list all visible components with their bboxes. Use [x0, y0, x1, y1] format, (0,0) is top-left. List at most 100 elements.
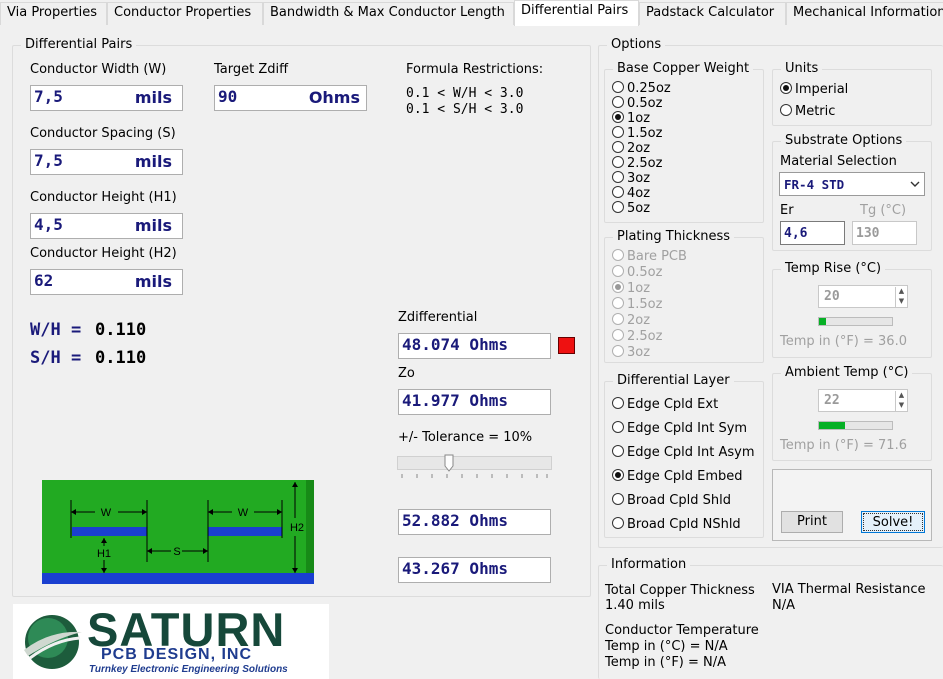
differential-layer-option[interactable]: Edge Cpld Ext — [612, 397, 718, 412]
differential-layer-option-label: Edge Cpld Int Sym — [627, 421, 748, 436]
plating-thickness-option: 1oz — [612, 281, 650, 296]
differential-layer-option[interactable]: Edge Cpld Int Asym — [612, 445, 755, 460]
radio-icon[interactable] — [612, 141, 624, 153]
copper-weight-option[interactable]: 5oz — [612, 201, 650, 216]
radio-icon[interactable] — [612, 421, 624, 433]
differential-layer-option[interactable]: Edge Cpld Int Sym — [612, 421, 747, 436]
tab-padstack-calculator[interactable]: Padstack Calculator — [639, 2, 786, 25]
via-thermal-resistance-label: VIA Thermal Resistance — [772, 582, 926, 597]
plating-thickness-option-label: 2.5oz — [627, 329, 663, 344]
radio-icon — [612, 313, 624, 325]
temp-rise-down-button[interactable]: ▼ — [895, 297, 907, 307]
copper-weight-option[interactable]: 4oz — [612, 186, 650, 201]
tab-bandwidth[interactable]: Bandwidth & Max Conductor Length — [263, 2, 514, 25]
conductor-width-value: 7,5 — [34, 87, 63, 106]
zo-value: 41.977 Ohms — [402, 391, 508, 410]
copper-weight-option[interactable]: 0.25oz — [612, 81, 671, 96]
conductor-width-input[interactable]: 7,5 mils — [30, 85, 183, 111]
differential-layer-option[interactable]: Broad Cpld Shld — [612, 493, 731, 508]
copper-weight-option[interactable]: 1oz — [612, 111, 650, 126]
zo-label: Zo — [398, 366, 415, 381]
conductor-height-h2-label: Conductor Height (H2) — [30, 246, 177, 261]
tg-input: 130 — [852, 221, 917, 245]
slider-thumb[interactable] — [444, 454, 454, 472]
differential-layer-option[interactable]: Edge Cpld Embed — [612, 469, 743, 484]
units-option[interactable]: Metric — [780, 104, 835, 119]
radio-icon[interactable] — [612, 81, 624, 93]
diagram-w-label: W — [101, 507, 112, 519]
target-zdiff-unit: Ohms — [308, 88, 360, 107]
tolerance-slider[interactable] — [397, 452, 552, 482]
copper-weight-option[interactable]: 1.5oz — [612, 126, 662, 141]
diagram-w-label-2: W — [238, 507, 249, 519]
conductor-temp-fahrenheit: Temp in (°F) = N/A — [605, 655, 727, 670]
print-button[interactable]: Print — [781, 511, 843, 533]
target-zdiff-label: Target Zdiff — [214, 62, 289, 77]
differential-layer-option-label: Broad Cpld Shld — [627, 493, 731, 508]
radio-icon[interactable] — [612, 201, 624, 213]
tab-differential-pairs[interactable]: Differential Pairs — [514, 0, 639, 26]
differential-layer-option[interactable]: Broad Cpld NShld — [612, 517, 741, 532]
copper-weight-option-label: 1.5oz — [627, 126, 663, 141]
tolerance-label: +/- Tolerance = 10% — [398, 430, 533, 445]
radio-icon[interactable] — [612, 397, 624, 409]
copper-weight-option[interactable]: 0.5oz — [612, 96, 662, 111]
conductor-spacing-input[interactable]: 7,5 mils — [30, 149, 183, 175]
conductor-height-h1-input[interactable]: 4,5 mils — [30, 213, 183, 239]
plating-thickness-title: Plating Thickness — [613, 229, 735, 244]
radio-icon[interactable] — [612, 469, 624, 481]
sh-ratio-value: 0.110 — [95, 348, 147, 368]
plating-thickness-option: 3oz — [612, 345, 650, 360]
conductor-height-h2-value: 62 — [34, 271, 54, 290]
temp-rise-spinner[interactable]: 20 ▲ ▼ — [818, 285, 908, 308]
base-copper-weight-title: Base Copper Weight — [613, 61, 754, 76]
conductor-temp-celsius: Temp in (°C) = N/A — [605, 639, 728, 654]
radio-icon[interactable] — [612, 156, 624, 168]
target-zdiff-input[interactable]: 90 Ohms — [214, 85, 367, 111]
conductor-width-unit: mils — [134, 88, 172, 107]
radio-icon[interactable] — [780, 82, 792, 94]
tab-via-properties[interactable]: Via Properties — [0, 2, 107, 25]
radio-icon[interactable] — [612, 493, 624, 505]
diagram-h1-label: H1 — [97, 548, 111, 560]
zdifferential-value: 48.074 Ohms — [402, 335, 508, 354]
radio-icon[interactable] — [612, 186, 624, 198]
copper-weight-option[interactable]: 2oz — [612, 141, 650, 156]
radio-icon[interactable] — [780, 104, 792, 116]
plating-thickness-option-label: 1.5oz — [627, 297, 663, 312]
material-selection-dropdown[interactable]: FR-4 STD — [779, 172, 925, 196]
tab-mechanical-information[interactable]: Mechanical Information — [786, 2, 943, 25]
ambient-temp-up-button[interactable]: ▲ — [895, 391, 907, 401]
radio-icon[interactable] — [612, 126, 624, 138]
conductor-height-h2-input[interactable]: 62 mils — [30, 269, 183, 295]
copper-weight-option-label: 2.5oz — [627, 156, 663, 171]
differential-layer-option-label: Edge Cpld Embed — [627, 469, 743, 484]
radio-icon[interactable] — [612, 111, 624, 123]
units-option[interactable]: Imperial — [780, 82, 848, 97]
ambient-temp-fahrenheit: Temp in (°F) = 71.6 — [780, 438, 907, 453]
radio-icon — [612, 297, 624, 309]
radio-icon[interactable] — [612, 445, 624, 457]
er-input[interactable]: 4,6 — [780, 221, 845, 245]
copper-weight-option[interactable]: 3oz — [612, 171, 650, 186]
tab-conductor-properties[interactable]: Conductor Properties — [107, 2, 263, 25]
information-title: Information — [607, 557, 691, 572]
copper-weight-option-label: 2oz — [627, 141, 651, 156]
radio-icon — [612, 281, 624, 293]
plating-thickness-option: 0.5oz — [612, 265, 662, 280]
plating-thickness-option-label: 1oz — [627, 281, 651, 296]
total-copper-thickness-value: 1.40 mils — [605, 598, 665, 613]
units-option-label: Metric — [795, 104, 836, 119]
temp-rise-up-button[interactable]: ▲ — [895, 287, 907, 297]
copper-weight-option[interactable]: 2.5oz — [612, 156, 662, 171]
radio-icon[interactable] — [612, 517, 624, 529]
radio-icon[interactable] — [612, 171, 624, 183]
ambient-temp-down-button[interactable]: ▼ — [895, 401, 907, 411]
logo-sub: PCB DESIGN, INC — [101, 646, 253, 663]
zdifferential-output: 48.074 Ohms — [398, 333, 551, 359]
solve-button[interactable]: Solve! — [861, 511, 925, 533]
saturn-logo: SATURN PCB DESIGN, INC Turnkey Electroni… — [13, 603, 329, 679]
copper-weight-option-label: 5oz — [627, 201, 651, 216]
ambient-temp-spinner[interactable]: 22 ▲ ▼ — [818, 389, 908, 412]
radio-icon[interactable] — [612, 96, 624, 108]
